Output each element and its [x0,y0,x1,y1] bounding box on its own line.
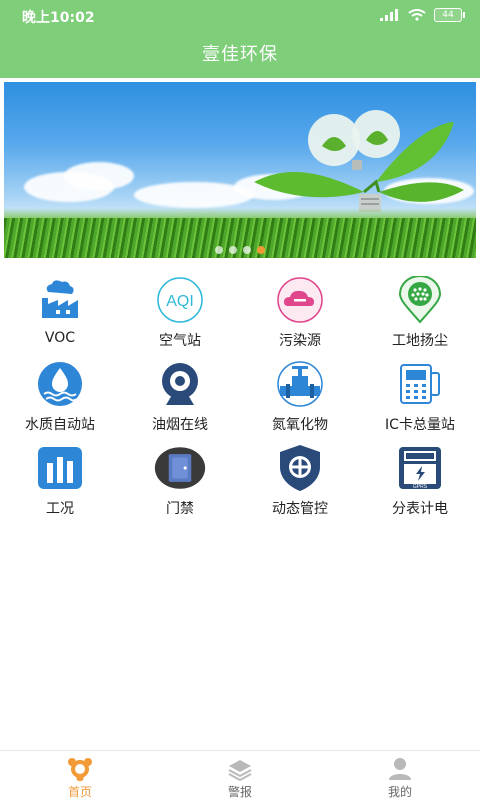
carousel-dot-active[interactable] [257,246,265,254]
bar-chart-icon [34,442,86,494]
grid-item-label: VOC [44,330,76,346]
aqi-icon: AQI [154,274,206,326]
grid-item-label: 空气站 [159,333,201,349]
dust-pin-icon [394,274,446,326]
electric-meter-icon: GPRS [394,442,446,494]
status-time: 晚上10:02 [22,10,95,26]
factory-icon [34,274,86,326]
home-icon [68,758,92,781]
carousel-dot[interactable] [215,246,223,254]
tab-label: 我的 [387,785,412,799]
tab-home[interactable]: 首页 [0,751,160,801]
grid-item-label: 工地扬尘 [392,333,448,349]
grid-item-access-control[interactable]: 门禁 [120,438,240,522]
grid-item-work-condition[interactable]: 工况 [0,438,120,522]
tab-label: 首页 [67,785,92,799]
grid-item-label: 门禁 [166,501,194,517]
carousel-dots[interactable] [4,246,476,254]
grid-item-dynamic-control[interactable]: 动态管控 [240,438,360,522]
grid-item-pollution-source[interactable]: 污染源 [240,270,360,354]
cloud-minus-icon [274,274,326,326]
grid-item-label: 工况 [46,501,74,517]
grid-item-label: 动态管控 [272,501,328,517]
aqi-icon-text: AQI [166,293,194,310]
grid-item-ic-card[interactable]: IC卡总量站 [360,354,480,438]
grid-item-label: 氮氧化物 [272,417,328,433]
grid-item-sub-meter[interactable]: GPRS 分表计电 [360,438,480,522]
grid-item-construction-dust[interactable]: 工地扬尘 [360,270,480,354]
water-drop-icon [34,358,86,410]
meter-gprs-text: GPRS [413,484,428,490]
tab-label: 警报 [227,785,252,799]
card-reader-icon [394,358,446,410]
grid-item-voc[interactable]: VOC [0,270,120,354]
webcam-icon [154,358,206,410]
grid-item-label: 水质自动站 [25,417,95,433]
banner-carousel[interactable] [4,82,476,258]
grid-item-water-quality[interactable]: 水质自动站 [0,354,120,438]
bottom-tab-bar: 首页 警报 我的 [0,750,480,801]
carousel-dot[interactable] [229,246,237,254]
grid-item-oil-smoke[interactable]: 油烟在线 [120,354,240,438]
status-icons: 44 [380,8,465,22]
grid-item-label: 分表计电 [392,501,448,517]
grid-item-label: IC卡总量站 [385,417,455,433]
tab-alarm[interactable]: 警报 [160,751,320,801]
grid-item-label: 油烟在线 [152,417,208,433]
layers-icon [228,760,252,781]
grid-item-air-station[interactable]: AQI 空气站 [120,270,240,354]
function-grid: VOC AQI 空气站 污染源 工地扬尘 水质自动站 油烟在线 氮氧化物 IC卡… [0,270,480,522]
grid-item-label: 污染源 [279,333,321,349]
page-title: 壹佳环保 [202,44,278,65]
top-header: 晚上10:02 44 壹佳环保 [0,0,480,78]
grid-item-nox[interactable]: 氮氧化物 [240,354,360,438]
door-icon [154,442,206,494]
pipe-valve-icon [274,358,326,410]
carousel-dot[interactable] [243,246,251,254]
status-bar: 晚上10:02 44 [0,0,480,30]
wifi-icon [408,9,426,21]
signal-icon [380,9,398,21]
tab-profile[interactable]: 我的 [320,751,480,801]
shield-cross-icon [274,442,326,494]
battery-icon: 44 [434,8,465,22]
person-icon [389,758,411,780]
